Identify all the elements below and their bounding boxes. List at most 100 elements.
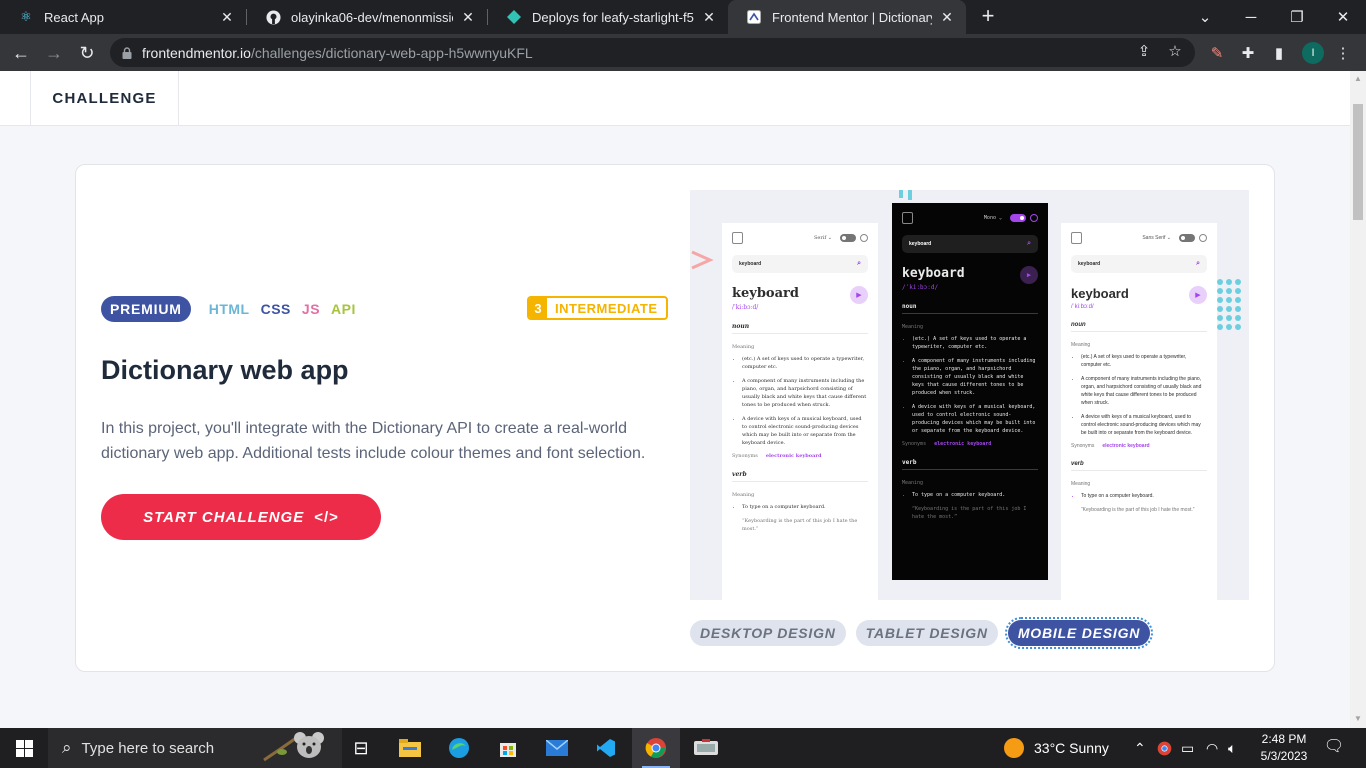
scroll-down-arrow-icon[interactable]: ▼ <box>1350 711 1366 727</box>
play-icon: ▶ <box>1189 286 1207 304</box>
preview-definition: A device with keys of a musical keyboard… <box>912 403 1038 435</box>
preview-meaning-label: Meaning <box>1071 342 1091 348</box>
taskbar-search-placeholder: Type here to search <box>81 739 215 757</box>
search-icon: ⌕ <box>62 738 72 757</box>
preview-definitions: To type on a computer keyboard. <box>902 491 1038 499</box>
browser-tab-react-app[interactable]: ⚛ React App ✕ <box>0 0 246 34</box>
new-tab-button[interactable]: + <box>976 4 1000 28</box>
scroll-up-arrow-icon[interactable]: ▲ <box>1350 71 1366 87</box>
preview-synonym: electronic keyboard <box>765 453 822 459</box>
browser-menu-icon[interactable]: ⋮ <box>1332 42 1354 64</box>
preview-example-quote: “Keyboarding is the part of this job I h… <box>912 506 1027 520</box>
back-arrow-icon[interactable]: ← <box>8 40 34 66</box>
tab-title: React App <box>44 9 104 25</box>
preview-definition: To type on a computer keyboard. <box>742 503 868 511</box>
restore-icon[interactable]: ❐ <box>1274 0 1320 34</box>
close-tab-icon[interactable]: ✕ <box>700 9 718 26</box>
browser-tab-netlify[interactable]: Deploys for leafy-starlight-f5648 ✕ <box>488 0 728 34</box>
tab-search-chevron-icon[interactable]: ⌄ <box>1182 0 1228 34</box>
url-path: /challenges/dictionary-web-app-h5wwnyuKF… <box>250 44 533 61</box>
file-explorer-icon[interactable] <box>386 728 434 768</box>
design-tabs: DESKTOP DESIGN TABLET DESIGN MOBILE DESI… <box>690 617 1160 649</box>
preview-definition: (etc.) A set of keys used to operate a t… <box>742 355 868 371</box>
preview-synonyms-label: Synonyms <box>902 441 927 447</box>
microsoft-store-icon[interactable] <box>484 728 532 768</box>
challenge-description: In this project, you'll integrate with t… <box>101 420 646 462</box>
decorative-chevron-shape <box>691 250 714 270</box>
preview-part-of-speech: verb <box>732 471 868 482</box>
browser-tab-github[interactable]: olayinka06-dev/menonmission ✕ <box>247 0 487 34</box>
side-panel-icon[interactable]: ▮ <box>1268 42 1290 64</box>
close-tab-icon[interactable]: ✕ <box>218 9 236 26</box>
play-icon: ▶ <box>850 286 868 304</box>
preview-definition: (etc.) A set of keys used to operate a t… <box>912 335 1038 351</box>
bookmark-star-icon[interactable]: ☆ <box>1164 40 1186 62</box>
tab-desktop-design[interactable]: DESKTOP DESIGN <box>690 620 846 646</box>
weather-widget[interactable]: 33°C Sunny <box>1004 728 1109 768</box>
preview-synonyms: Synonyms electronic keyboard <box>732 453 868 459</box>
preview-search-field: keyboard ⌕ <box>732 255 868 273</box>
difficulty-number: 3 <box>529 298 547 318</box>
theme-toggle <box>1010 214 1026 222</box>
wifi-icon[interactable]: ◠ <box>1206 728 1218 768</box>
language-tag-css: CSS <box>260 301 291 317</box>
moon-icon <box>860 234 868 242</box>
search-icon: ⌕ <box>857 260 861 267</box>
volume-icon[interactable]: 🔈︎ <box>1228 728 1236 768</box>
share-icon[interactable]: ⇪ <box>1133 40 1155 62</box>
preview-definition: A component of many instruments includin… <box>912 357 1038 397</box>
preview-definition: A component of many instruments includin… <box>1081 375 1207 407</box>
challenge-badges: PREMIUM HTML CSS JS API <box>101 296 367 322</box>
difficulty-label: INTERMEDIATE <box>555 300 658 316</box>
forward-arrow-icon[interactable]: → <box>41 40 67 66</box>
decorative-dots-pattern <box>1217 279 1241 330</box>
close-tab-icon[interactable]: ✕ <box>938 9 956 26</box>
browser-tab-frontend-mentor[interactable]: Frontend Mentor | Dictionary web ✕ <box>728 0 966 34</box>
pen-extension-icon[interactable]: ✎ <box>1206 42 1228 64</box>
reload-icon[interactable]: ↻ <box>74 40 100 66</box>
font-selector: Sans Serif <box>1142 235 1166 241</box>
tab-tablet-design[interactable]: TABLET DESIGN <box>855 620 998 646</box>
theme-toggle <box>1179 234 1195 242</box>
preview-definitions: To type on a computer keyboard. <box>1071 492 1207 500</box>
notification-center-icon[interactable]: 🗨︎ <box>1322 736 1346 760</box>
play-icon: ▶ <box>1020 266 1038 284</box>
challenge-subnav: CHALLENGE <box>0 71 1350 126</box>
task-view-icon[interactable]: ⊟ <box>337 728 385 768</box>
language-tag-api: API <box>331 301 356 317</box>
chrome-browser-icon[interactable] <box>632 728 680 768</box>
clock-date: 5/3/2023 <box>1260 749 1308 763</box>
vscode-icon[interactable] <box>582 728 630 768</box>
preview-definitions: (etc.) A set of keys used to operate a t… <box>732 355 868 447</box>
preview-definitions: (etc.) A set of keys used to operate a t… <box>902 335 1038 435</box>
show-hidden-icons-chevron-icon[interactable]: ⌃ <box>1134 728 1146 768</box>
start-challenge-button[interactable]: START CHALLENGE </> <box>101 494 381 540</box>
preview-search-text: keyboard <box>909 241 932 247</box>
address-bar[interactable]: frontendmentor.io/challenges/dictionary-… <box>110 38 1195 67</box>
screen-capture-app-icon[interactable] <box>682 728 730 768</box>
system-clock[interactable]: 2:48 PM 5/3/2023 <box>1256 731 1312 765</box>
preview-part-of-speech: verb <box>1071 461 1207 471</box>
minimize-icon[interactable]: ─ <box>1228 0 1274 34</box>
battery-icon[interactable]: ▭ <box>1181 728 1194 768</box>
mail-icon[interactable] <box>533 728 581 768</box>
close-tab-icon[interactable]: ✕ <box>459 9 477 26</box>
windows-start-icon[interactable] <box>0 728 48 768</box>
extensions-puzzle-icon[interactable]: ✚ <box>1237 42 1259 64</box>
preview-word: keyboard <box>732 286 799 301</box>
preview-definitions: To type on a computer keyboard. <box>732 503 868 511</box>
edge-browser-icon[interactable] <box>435 728 483 768</box>
preview-part-of-speech: noun <box>902 303 1038 314</box>
preview-definition: (etc.) A set of keys used to operate a t… <box>1081 353 1207 369</box>
close-window-icon[interactable]: ✕ <box>1320 0 1366 34</box>
preview-synonyms: Synonyms electronic keyboard <box>1071 443 1207 449</box>
scrollbar-thumb[interactable] <box>1353 104 1363 220</box>
decorative-arc-shape <box>899 190 912 200</box>
profile-avatar[interactable]: I <box>1302 42 1324 64</box>
preview-meaning-label: Meaning <box>902 324 924 330</box>
subnav-tab-challenge[interactable]: CHALLENGE <box>30 71 179 126</box>
tab-mobile-design[interactable]: MOBILE DESIGN <box>1004 617 1154 649</box>
language-tag-html: HTML <box>208 301 250 317</box>
chrome-tray-icon[interactable] <box>1157 728 1172 768</box>
preview-synonyms-label: Synonyms <box>732 453 758 459</box>
